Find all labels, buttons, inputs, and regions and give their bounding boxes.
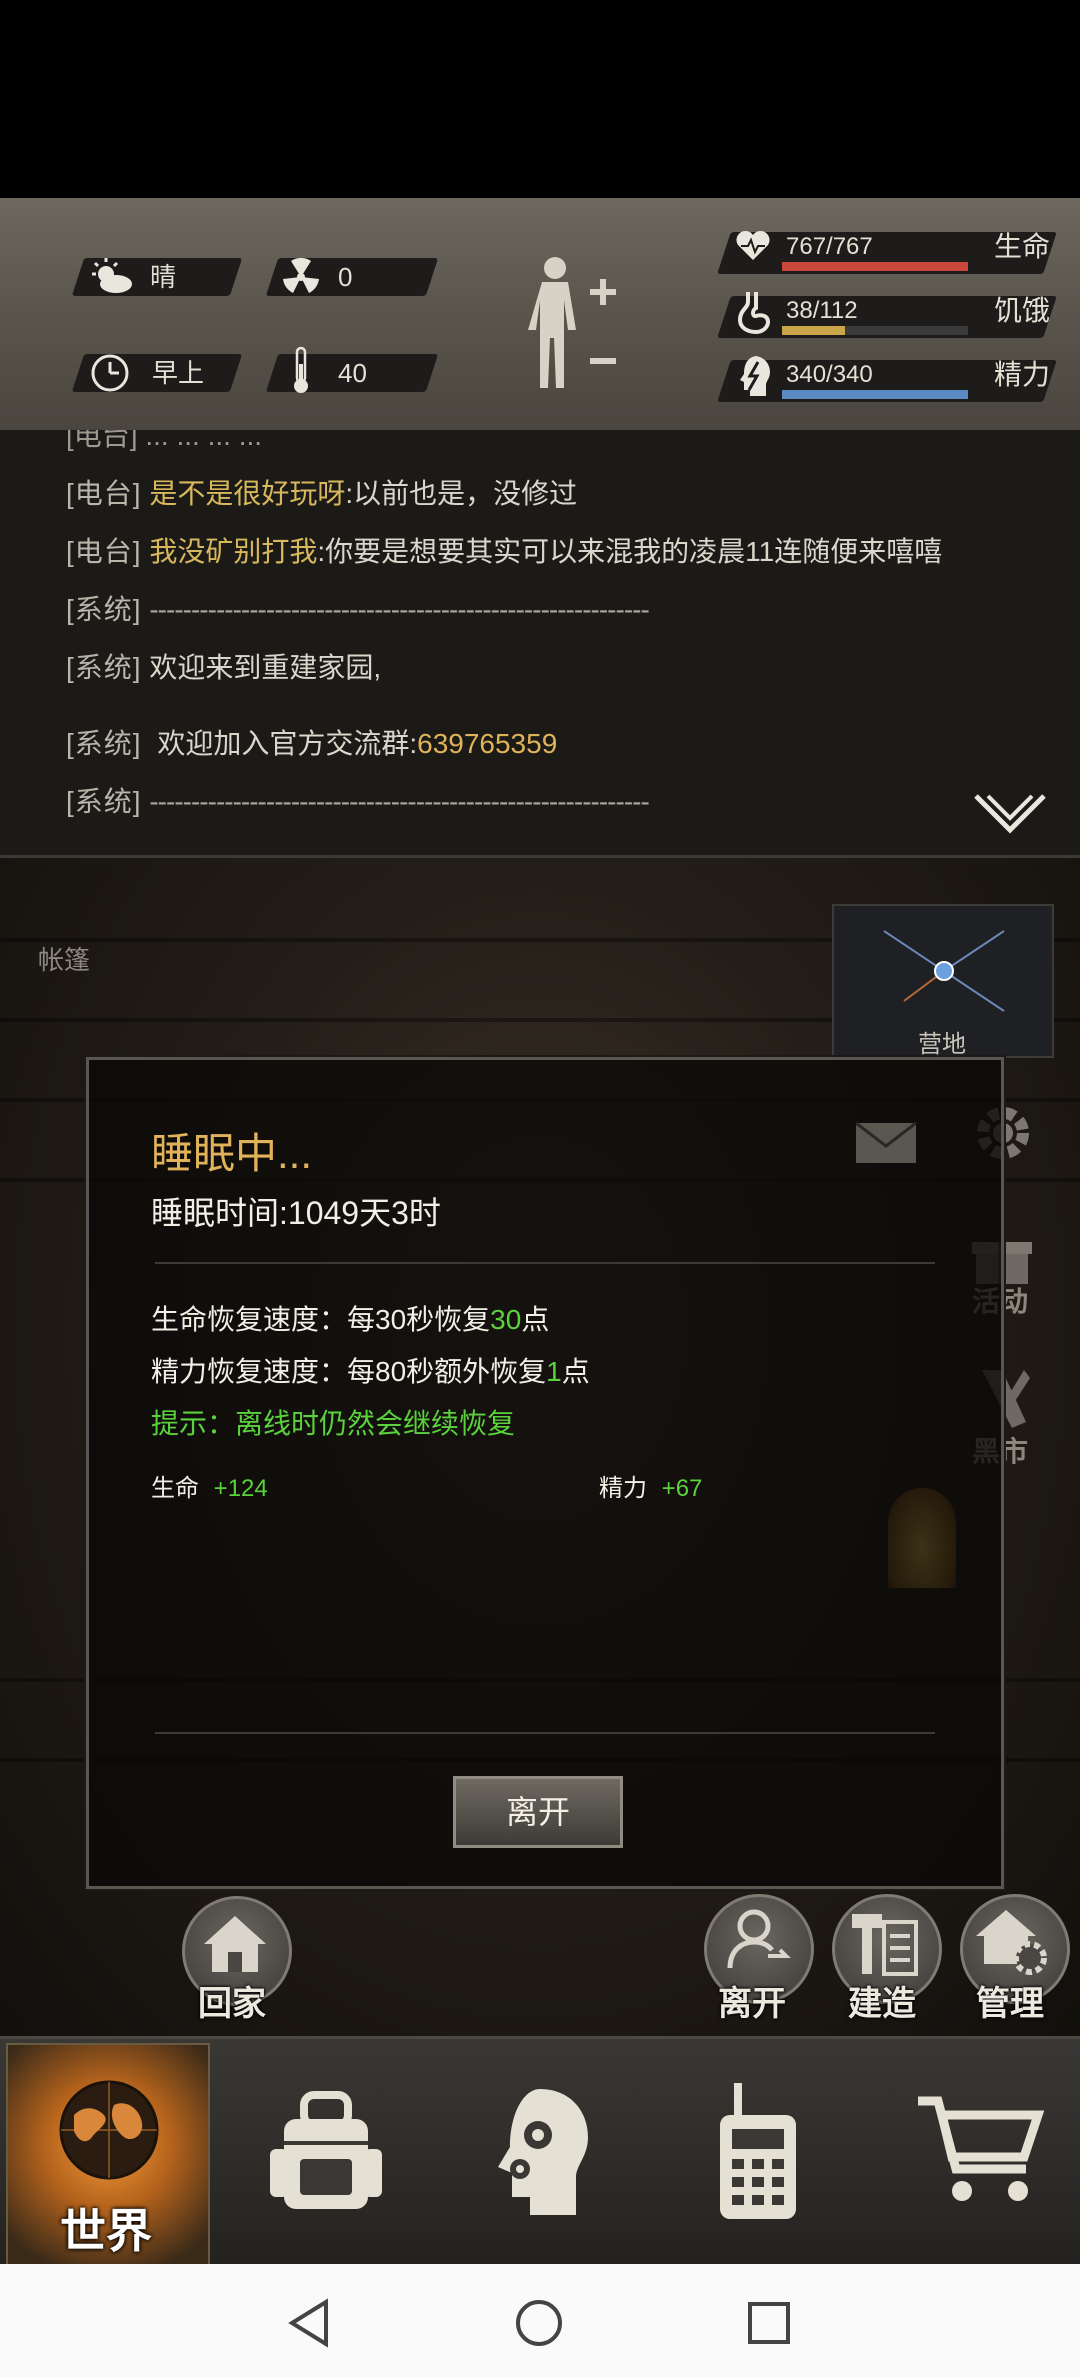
energy-value: 340/340: [786, 361, 873, 388]
offline-hint: 提示：离线时仍然会继续恢复: [151, 1408, 516, 1439]
health-value: 767/767: [786, 233, 873, 260]
chevron-down-icon[interactable]: [972, 792, 1048, 838]
energy-label: 精力: [994, 359, 1051, 390]
nav-world-label: 世界: [60, 2205, 152, 2257]
body-status-icon[interactable]: [520, 254, 624, 404]
energy-regen-text: 精力恢复速度：每80秒额外恢复1点: [151, 1350, 590, 1390]
chat-panel[interactable]: [电台] ... ... ... ... [电台] 是不是很好玩呀:以前也是，没…: [0, 430, 1080, 858]
hp-regen-value: 30: [490, 1304, 522, 1335]
chat-tag: [系统]: [66, 652, 142, 683]
radiation-value: 0: [338, 262, 353, 292]
chat-line: [系统] -----------------------------------…: [66, 780, 650, 820]
heart-icon: [736, 230, 770, 260]
location-label: 帐篷: [38, 945, 91, 975]
energy-gain: 精力 +67: [599, 1468, 702, 1503]
hunger-bar-fill: [782, 326, 846, 335]
health-label: 生命: [994, 231, 1051, 262]
hp-regen-suffix: 点: [521, 1304, 550, 1335]
hp-gain-value: +124: [213, 1475, 268, 1502]
house-gear-icon: [976, 1910, 1047, 1975]
bottom-nav: 世界: [0, 2036, 1080, 2269]
hammer-icon: [852, 1914, 918, 1976]
chat-user[interactable]: 是不是很好玩呀: [149, 478, 345, 509]
sleep-time: 睡眠时间:1049天3时: [151, 1195, 441, 1231]
energy-gain-label: 精力: [599, 1475, 647, 1502]
chat-tag: [系统]: [66, 594, 142, 625]
backpack-icon[interactable]: [266, 2089, 386, 2215]
back-icon[interactable]: [286, 2298, 332, 2348]
sleep-dialog: 睡眠中... 睡眠时间:1049天3时 生命恢复速度：每30秒恢复30点 精力恢…: [86, 1057, 1004, 1889]
divider-line: [155, 1262, 935, 1264]
energy-gain-value: +67: [661, 1475, 703, 1502]
time-of-day-text: 早上: [152, 358, 205, 388]
mail-icon[interactable]: [853, 1120, 919, 1166]
temperature-value: 40: [338, 358, 367, 388]
home-circle-icon[interactable]: [514, 2298, 564, 2348]
hp-gain: 生命 +124: [151, 1468, 268, 1503]
stomach-icon: [738, 292, 770, 334]
hp-regen-prefix: 生命恢复速度：每30秒恢复: [151, 1304, 491, 1335]
health-bar-fill: [782, 262, 968, 271]
hunger-value: 38/112: [786, 297, 858, 324]
chat-text: 欢迎加入官方交流群:: [157, 728, 418, 759]
hunger-bar: [782, 326, 968, 335]
energy-bar-fill: [782, 390, 968, 399]
camp-label: 营地: [918, 1031, 966, 1058]
chat-text: :以前也是，没修过: [345, 478, 578, 509]
divider-line: [155, 1732, 935, 1734]
energy-regen-value: 1: [546, 1356, 562, 1387]
chat-divider: ----------------------------------------…: [149, 594, 649, 625]
energy-regen-suffix: 点: [561, 1356, 590, 1387]
energy-bar: [782, 390, 968, 399]
status-panel: 晴 0 早上 40 767/767 生命 38/112 饥饿 340/340 精…: [0, 198, 1080, 430]
chat-text: 欢迎来到重建家园,: [149, 652, 382, 683]
hp-regen-text: 生命恢复速度：每30秒恢复30点: [151, 1298, 549, 1338]
shopping-cart-icon[interactable]: [914, 2093, 1044, 2209]
leave-action-label[interactable]: 离开: [718, 1976, 786, 2025]
chat-tag: [电台]: [66, 536, 142, 567]
chat-tag: [电台]: [66, 478, 142, 509]
globe-icon: [59, 2080, 159, 2180]
manage-label[interactable]: 管理: [976, 1976, 1044, 2025]
chat-text: :你要是想要其实可以来混我的凌晨11连随便来嘻嘻: [317, 536, 943, 567]
health-bar: [782, 262, 968, 271]
chat-tag: [系统]: [66, 786, 142, 817]
chat-divider: ----------------------------------------…: [149, 786, 649, 817]
thermometer-icon: [294, 346, 308, 393]
home-label[interactable]: 回家: [198, 1976, 266, 2025]
camp-map-button[interactable]: 营地: [832, 904, 1054, 1058]
system-nav-bar: [0, 2264, 1080, 2377]
clock-icon: [91, 354, 129, 392]
chat-line-partial: [电台] ... ... ... ...: [66, 430, 263, 451]
house-icon: [204, 1916, 266, 1972]
hp-gain-label: 生命: [151, 1475, 199, 1502]
dialog-title: 睡眠中...: [151, 1130, 313, 1177]
chat-tag: [系统]: [66, 728, 142, 759]
chat-line: [系统] -----------------------------------…: [66, 588, 650, 628]
chat-line: [电台] 我没矿别打我:你要是想要其实可以来混我的凌晨11连随便来嘻嘻: [66, 530, 942, 570]
person-exit-icon: [727, 1909, 791, 1969]
leave-button[interactable]: 离开: [453, 1776, 623, 1848]
recents-icon[interactable]: [746, 2300, 792, 2346]
map-icon: [883, 930, 1005, 1012]
nav-world-tab[interactable]: 世界: [6, 2043, 210, 2269]
skills-head-icon[interactable]: [490, 2085, 596, 2219]
build-label[interactable]: 建造: [848, 1976, 916, 2025]
chat-line: [电台] 是不是很好玩呀:以前也是，没修过: [66, 472, 577, 512]
sun-cloud-icon: [92, 258, 132, 293]
energy-head-icon: [740, 356, 770, 396]
radio-icon[interactable]: [714, 2079, 802, 2223]
chat-line: [系统] 欢迎加入官方交流群:639765359: [66, 722, 557, 762]
chat-user[interactable]: 我没矿别打我: [149, 536, 317, 567]
weather-text: 晴: [150, 262, 177, 292]
radiation-icon: [283, 258, 319, 293]
energy-regen-prefix: 精力恢复速度：每80秒额外恢复: [151, 1356, 547, 1387]
group-number[interactable]: 639765359: [417, 728, 557, 759]
chat-line: [系统] 欢迎来到重建家园,: [66, 646, 381, 686]
hunger-label: 饥饿: [994, 295, 1051, 326]
